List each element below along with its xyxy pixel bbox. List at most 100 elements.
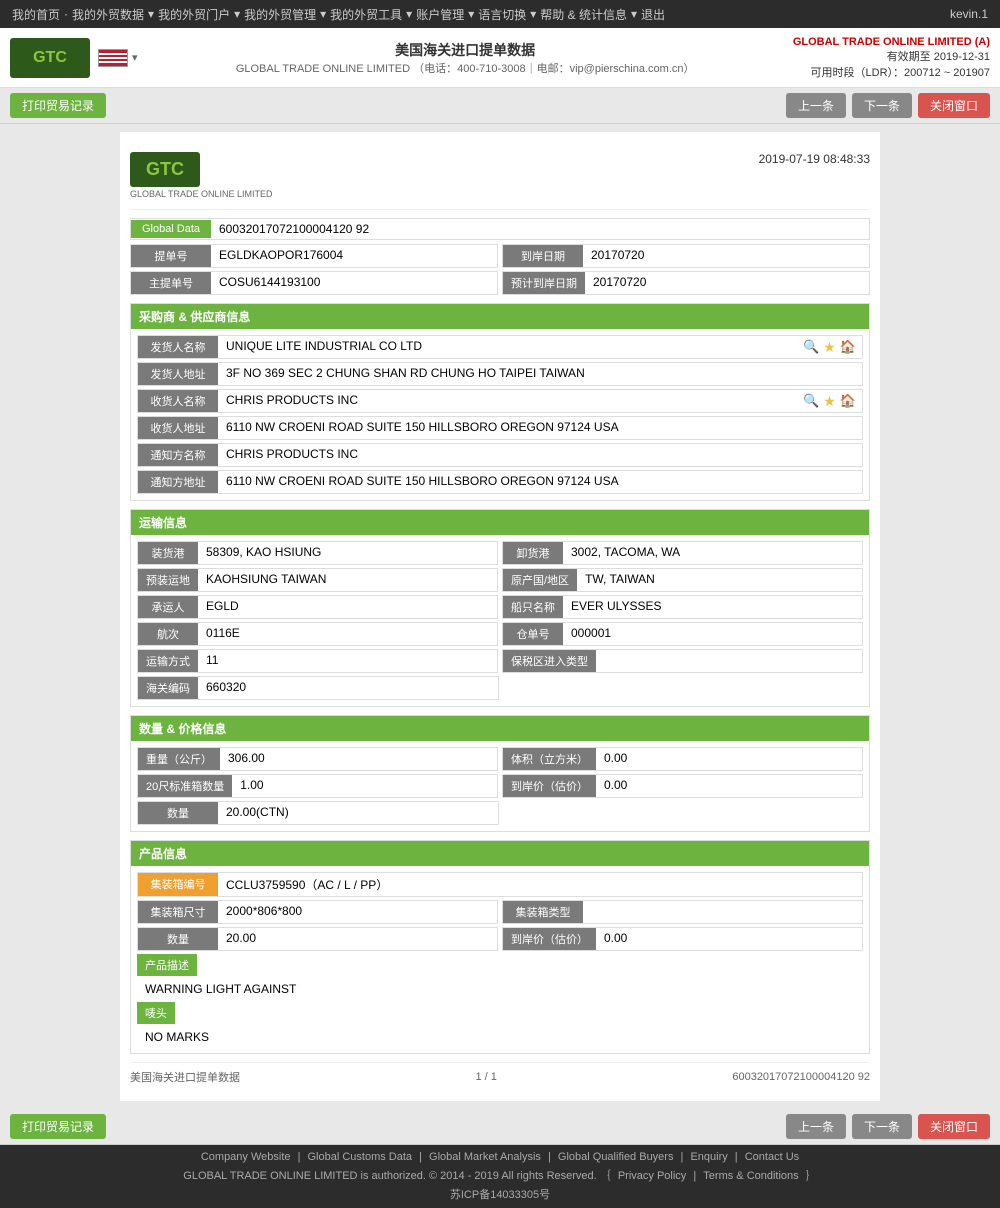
carrier-pair: 承运人 EGLD bbox=[137, 595, 498, 619]
bottom-toolbar: 打印贸易记录 上一条 下一条 关闭窗口 bbox=[0, 1109, 1000, 1145]
footer-link-customs[interactable]: Global Customs Data bbox=[308, 1151, 413, 1163]
est-arrival-value: 20170720 bbox=[585, 272, 869, 294]
flag-container bbox=[98, 49, 128, 67]
site-header: GTC ▾ 美国海关进口提单数据 GLOBAL TRADE ONLINE LIM… bbox=[0, 28, 1000, 88]
star-icon[interactable]: ★ bbox=[823, 339, 836, 356]
bonded-value bbox=[596, 650, 862, 672]
print-button[interactable]: 打印贸易记录 bbox=[10, 93, 106, 118]
footer-link-contact[interactable]: Contact Us bbox=[745, 1151, 799, 1163]
transport-section-body: 装货港 58309, KAO HSIUNG 卸货港 3002, TACOMA, … bbox=[131, 535, 869, 706]
dest-port-value: 3002, TACOMA, WA bbox=[563, 542, 862, 564]
load-place-pair: 预装运地 KAOHSIUNG TAIWAN bbox=[137, 568, 498, 592]
voyage-label: 航次 bbox=[138, 623, 198, 645]
footer-link-enquiry[interactable]: Enquiry bbox=[690, 1151, 727, 1163]
notify-name-row: 通知方名称 CHRIS PRODUCTS INC bbox=[137, 443, 863, 467]
search-icon[interactable]: 🔍 bbox=[803, 339, 819, 355]
footer-links: Company Website | Global Customs Data | … bbox=[0, 1151, 1000, 1163]
bonded-label: 保税区进入类型 bbox=[503, 650, 596, 672]
nav-language[interactable]: 语言切换 bbox=[478, 6, 526, 23]
consignee-name-value: CHRIS PRODUCTS INC bbox=[218, 390, 797, 412]
container-type-value bbox=[583, 901, 862, 923]
load-country-row: 预装运地 KAOHSIUNG TAIWAN 原产国/地区 TW, TAIWAN bbox=[137, 568, 863, 592]
weight-value: 306.00 bbox=[220, 748, 497, 770]
product-price-pair: 到岸价（估价） 0.00 bbox=[502, 927, 863, 951]
bottom-prev-button[interactable]: 上一条 bbox=[786, 1114, 846, 1139]
arrival-date-label: 到岸日期 bbox=[503, 245, 583, 267]
consignee-star-icon[interactable]: ★ bbox=[823, 393, 836, 410]
warehouse-label: 仓单号 bbox=[503, 623, 563, 645]
product-desc-label: 产品描述 bbox=[137, 954, 197, 976]
shipper-addr-row: 发货人地址 3F NO 369 SEC 2 CHUNG SHAN RD CHUN… bbox=[137, 362, 863, 386]
next-button[interactable]: 下一条 bbox=[852, 93, 912, 118]
bonded-pair: 保税区进入类型 bbox=[502, 649, 863, 673]
home-icon[interactable]: 🏠 bbox=[840, 339, 856, 355]
customs-value: 660320 bbox=[198, 677, 498, 699]
nav-export-portal[interactable]: 我的外贸门户 bbox=[158, 6, 230, 23]
shipper-name-value: UNIQUE LITE INDUSTRIAL CO LTD bbox=[218, 336, 797, 358]
toolbar: 打印贸易记录 上一条 下一条 关闭窗口 bbox=[0, 88, 1000, 124]
load-place-label: 预装运地 bbox=[138, 569, 198, 591]
voyage-warehouse-row: 航次 0116E 仓单号 000001 bbox=[137, 622, 863, 646]
volume-label: 体积（立方米） bbox=[503, 748, 596, 770]
shipper-name-row: 发货人名称 UNIQUE LITE INDUSTRIAL CO LTD 🔍 ★ … bbox=[137, 335, 863, 359]
transport-section-header: 运输信息 bbox=[131, 510, 869, 535]
arrival-date-pair: 到岸日期 20170720 bbox=[502, 244, 870, 268]
nav-home[interactable]: 我的首页 bbox=[12, 6, 60, 23]
nav-export-tools[interactable]: 我的外贸工具 bbox=[330, 6, 402, 23]
nav-help[interactable]: 帮助 & 统计信息 bbox=[540, 6, 627, 23]
nav-account[interactable]: 账户管理 bbox=[416, 6, 464, 23]
footer-link-buyers[interactable]: Global Qualified Buyers bbox=[558, 1151, 674, 1163]
notify-addr-label: 通知方地址 bbox=[138, 471, 218, 493]
arrival-date-value: 20170720 bbox=[583, 245, 869, 267]
product-desc-value: WARNING LIGHT AGAINST bbox=[137, 979, 863, 999]
brand-name: GLOBAL TRADE ONLINE LIMITED (A) bbox=[793, 36, 990, 48]
shipper-addr-value: 3F NO 369 SEC 2 CHUNG SHAN RD CHUNG HO T… bbox=[218, 363, 862, 385]
shipper-addr-label: 发货人地址 bbox=[138, 363, 218, 385]
product-price-label: 到岸价（估价） bbox=[503, 928, 596, 950]
container-size-type-row: 集装箱尺寸 2000*806*800 集装箱类型 bbox=[137, 900, 863, 924]
nav-logout[interactable]: 退出 bbox=[641, 6, 665, 23]
carrier-vessel-row: 承运人 EGLD 船只名称 EVER ULYSSES bbox=[137, 595, 863, 619]
bottom-close-button[interactable]: 关闭窗口 bbox=[918, 1114, 990, 1139]
footer-copyright: GLOBAL TRADE ONLINE LIMITED is authorize… bbox=[0, 1167, 1000, 1183]
footer-link-company[interactable]: Company Website bbox=[201, 1151, 291, 1163]
weight-label: 重量（公斤） bbox=[138, 748, 220, 770]
prev-button[interactable]: 上一条 bbox=[786, 93, 846, 118]
qty-value: 20.00(CTN) bbox=[218, 802, 498, 824]
transport-mode-label: 运输方式 bbox=[138, 650, 198, 672]
shipper-section-body: 发货人名称 UNIQUE LITE INDUSTRIAL CO LTD 🔍 ★ … bbox=[131, 329, 869, 500]
nav-data[interactable]: 我的外贸数据 bbox=[72, 6, 144, 23]
global-data-value: 60032017072100004120 92 bbox=[211, 219, 869, 239]
notify-name-label: 通知方名称 bbox=[138, 444, 218, 466]
container-no-row: 集装箱编号 CCLU3759590（AC / L / PP） bbox=[137, 872, 863, 897]
dest-port-label: 卸货港 bbox=[503, 542, 563, 564]
master-bill-label: 主提单号 bbox=[131, 272, 211, 294]
container20-label: 20尺标准箱数量 bbox=[138, 775, 232, 797]
product-price-value: 0.00 bbox=[596, 928, 862, 950]
global-data-row: Global Data 60032017072100004120 92 bbox=[130, 218, 870, 240]
consignee-search-icon[interactable]: 🔍 bbox=[803, 393, 819, 409]
arrival-price-pair: 到岸价（估价） 0.00 bbox=[502, 774, 863, 798]
weight-volume-row: 重量（公斤） 306.00 体积（立方米） 0.00 bbox=[137, 747, 863, 771]
doc-datetime: 2019-07-19 08:48:33 bbox=[759, 152, 870, 166]
consignee-name-row: 收货人名称 CHRIS PRODUCTS INC 🔍 ★ 🏠 bbox=[137, 389, 863, 413]
product-qty-label: 数量 bbox=[138, 928, 218, 950]
product-qty-price-row: 数量 20.00 到岸价（估价） 0.00 bbox=[137, 927, 863, 951]
master-bill-value: COSU6144193100 bbox=[211, 272, 497, 294]
shipper-section-header: 采购商 & 供应商信息 bbox=[131, 304, 869, 329]
container20-value: 1.00 bbox=[232, 775, 497, 797]
bottom-next-button[interactable]: 下一条 bbox=[852, 1114, 912, 1139]
notify-addr-value: 6110 NW CROENI ROAD SUITE 150 HILLSBORO … bbox=[218, 471, 862, 493]
marks-label: 唛头 bbox=[137, 1002, 175, 1024]
container-type-label: 集装箱类型 bbox=[503, 901, 583, 923]
footer-privacy[interactable]: Privacy Policy bbox=[618, 1170, 686, 1182]
bottom-print-button[interactable]: 打印贸易记录 bbox=[10, 1114, 106, 1139]
consignee-home-icon[interactable]: 🏠 bbox=[840, 393, 856, 409]
footer-link-market[interactable]: Global Market Analysis bbox=[429, 1151, 541, 1163]
volume-pair: 体积（立方米） 0.00 bbox=[502, 747, 863, 771]
page-title: 美国海关进口提单数据 bbox=[138, 40, 793, 60]
nav-export-mgmt[interactable]: 我的外贸管理 bbox=[244, 6, 316, 23]
close-button[interactable]: 关闭窗口 bbox=[918, 93, 990, 118]
document-container: GTC GLOBAL TRADE ONLINE LIMITED 2019-07-… bbox=[120, 132, 880, 1101]
footer-terms[interactable]: Terms & Conditions bbox=[703, 1170, 798, 1182]
